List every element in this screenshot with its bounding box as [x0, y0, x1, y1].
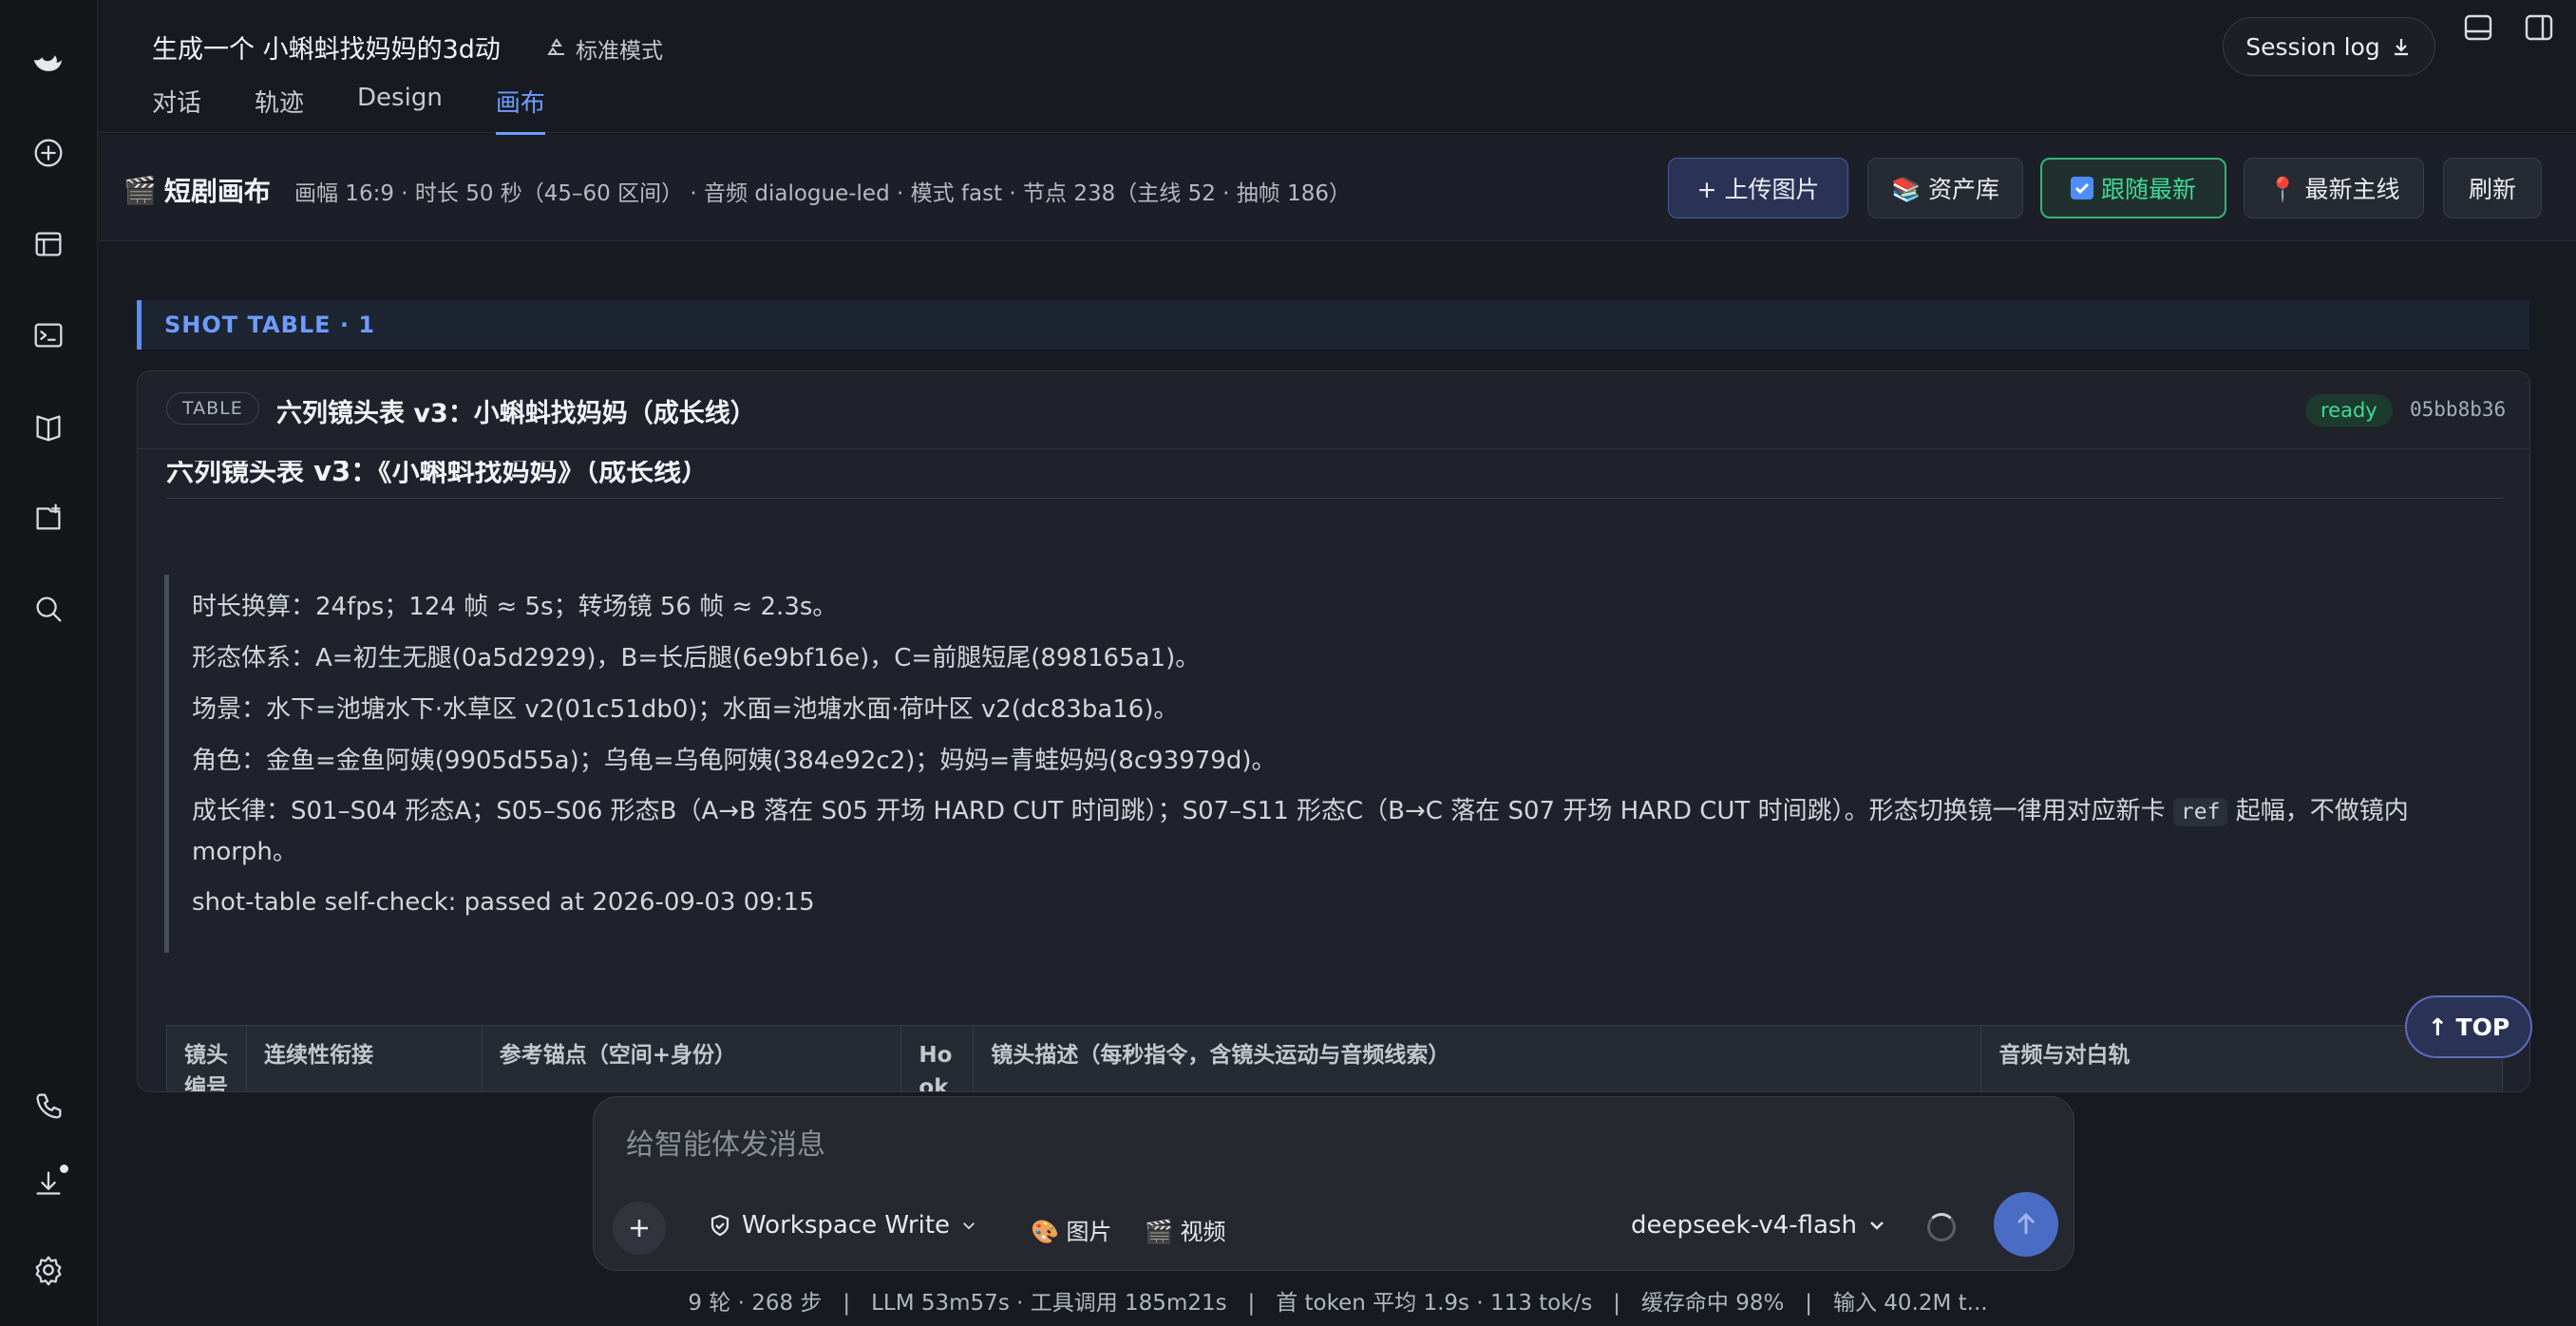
image-mode-chip[interactable]: 🎨 图片	[1031, 1213, 1112, 1246]
card-header: TABLE 六列镜头表 v3：小蝌蚪找妈妈（成长线） ready 05bb8b3…	[138, 371, 2529, 449]
add-folder-icon[interactable]	[25, 494, 72, 541]
col-description: 镜头描述（每秒指令，含镜头运动与音频线索）	[974, 1026, 1982, 1091]
conversation-title: 生成一个 小蝌蚪找妈妈的3d动	[152, 35, 501, 65]
tab-trace[interactable]: 轨迹	[255, 84, 304, 135]
recycle-icon	[547, 38, 564, 55]
col-shot-id: 镜头编号	[167, 1026, 247, 1091]
top-header: 生成一个 小蝌蚪找妈妈的3d动 标准模式 对话 轨迹 Design 画布 Ses…	[99, 0, 2576, 135]
tab-canvas[interactable]: 画布	[495, 84, 545, 135]
scroll-top-button[interactable]: ↑ TOP	[2405, 995, 2532, 1058]
node-hash: 05bb8b36	[2410, 398, 2507, 421]
canvas-meta: 画幅 16:9 · 时长 50 秒（45–60 区间） · 音频 dialogu…	[294, 181, 1351, 206]
session-log-button[interactable]: Session log	[2223, 17, 2435, 76]
notes-blockquote: 时长换算：24fps；124 帧 ≈ 5s；转场镜 56 帧 ≈ 2.3s。 形…	[164, 575, 2503, 953]
note-scenes: 场景：水下=池塘水下·水草区 v2(01c51db0)；水面=池塘水面·荷叶区 …	[192, 695, 1179, 724]
card-title: 六列镜头表 v3：小蝌蚪找妈妈（成长线）	[276, 399, 756, 428]
clapper-icon: 🎬	[123, 174, 157, 206]
follow-latest-toggle[interactable]: 跟随最新	[2040, 158, 2226, 218]
terminal-icon[interactable]	[25, 312, 72, 359]
chevron-down-icon	[1870, 1222, 1884, 1230]
book-icon[interactable]	[25, 403, 72, 450]
doc-heading: 六列镜头表 v3：《小蝌蚪找妈妈》（成长线）	[166, 461, 2503, 499]
upload-image-button[interactable]: + 上传图片	[1668, 158, 1848, 218]
model-select[interactable]: deepseek-v4-flash	[1631, 1211, 1887, 1240]
view-tabs: 对话 轨迹 Design 画布	[152, 84, 598, 135]
note-selfcheck: shot-table self-check: passed at 2026-09…	[192, 888, 815, 917]
note-forms: 形态体系：A=初生无腿(0a5d2929)，B=长后腿(6e9bf16e)，C=…	[192, 644, 1201, 672]
layout-icon[interactable]	[25, 220, 72, 268]
tab-chat[interactable]: 对话	[152, 84, 201, 135]
stats-footer: 9 轮 · 268 步 | LLM 53m57s · 工具调用 185m21s …	[688, 1291, 1988, 1316]
video-mode-chip[interactable]: 🎬 视频	[1145, 1213, 1226, 1246]
notification-dot	[60, 1165, 68, 1173]
checkbox-checked-icon	[2070, 177, 2093, 199]
refresh-button[interactable]: 刷新	[2443, 158, 2542, 218]
new-chat-icon[interactable]	[25, 129, 72, 177]
workspace-permission-select[interactable]: Workspace Write	[708, 1211, 978, 1240]
shield-icon	[710, 1214, 729, 1237]
left-rail	[0, 0, 98, 1326]
canvas-toolbar: 🎬 短剧画布 画幅 16:9 · 时长 50 秒（45–60 区间） · 音频 …	[99, 135, 2576, 241]
col-hook: Hook	[901, 1026, 975, 1091]
col-anchor: 参考锚点（空间+身份）	[483, 1026, 902, 1091]
section-label: SHOT TABLE · 1	[137, 300, 2529, 350]
canvas-title: 🎬 短剧画布	[123, 174, 271, 208]
mode-indicator[interactable]: 标准模式	[545, 32, 663, 65]
send-button[interactable]	[1994, 1192, 2058, 1257]
panel-right-icon[interactable]	[2523, 11, 2555, 44]
note-growth: 成长律：S01–S04 形态A；S05–S06 形态B（A→B 落在 S05 开…	[192, 797, 2409, 866]
shot-table-header: 镜头编号 连续性衔接 参考锚点（空间+身份） Hook 镜头描述（每秒指令，含镜…	[166, 1025, 2503, 1091]
message-composer: Workspace Write 🎨 图片 🎬 视频 deepseek-v4-fl…	[593, 1096, 2074, 1271]
whale-logo-icon[interactable]	[25, 38, 72, 85]
attach-button[interactable]	[613, 1202, 666, 1255]
note-characters: 角色：金鱼=金鱼阿姨(9905d55a)；乌龟=乌龟阿姨(384e92c2)；妈…	[192, 747, 1277, 775]
download-icon[interactable]	[25, 1161, 72, 1208]
loading-spinner-icon	[1927, 1213, 1956, 1241]
note-duration: 时长换算：24fps；124 帧 ≈ 5s；转场镜 56 帧 ≈ 2.3s。	[192, 593, 838, 621]
asset-library-button[interactable]: 📚 资产库	[1867, 158, 2023, 218]
status-badge: ready	[2305, 394, 2393, 426]
panel-bottom-icon[interactable]	[2462, 11, 2494, 44]
plus-icon	[631, 1220, 648, 1237]
latest-mainline-button[interactable]: 📍 最新主线	[2244, 158, 2424, 218]
message-input[interactable]	[626, 1122, 1956, 1169]
download-icon	[2394, 39, 2408, 56]
chevron-down-icon	[963, 1222, 975, 1230]
shot-table-card: TABLE 六列镜头表 v3：小蝌蚪找妈妈（成长线） ready 05bb8b3…	[137, 370, 2530, 1092]
search-icon[interactable]	[25, 585, 72, 633]
col-continuity: 连续性衔接	[247, 1026, 483, 1091]
type-badge: TABLE	[166, 392, 259, 425]
tab-design[interactable]: Design	[357, 84, 443, 135]
phone-icon[interactable]	[25, 1083, 72, 1130]
arrow-up-icon	[2017, 1212, 2036, 1234]
